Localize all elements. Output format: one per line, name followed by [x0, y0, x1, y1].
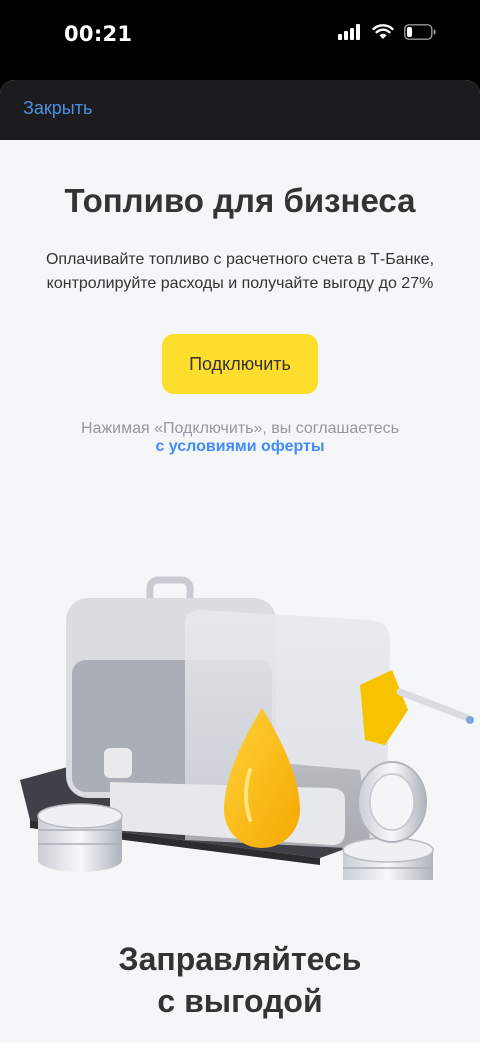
section-title: Заправляйтесь с выгодой	[0, 938, 480, 1022]
offer-sheet: Закрыть Топливо для бизнеса Оплачивайте …	[0, 80, 480, 1043]
subtitle-line-1: Оплачивайте топливо с расчетного счета в…	[45, 251, 435, 268]
battery-icon	[404, 24, 436, 40]
subtitle-line-2: контролируйте расходы и получайте выгоду…	[46, 275, 434, 292]
wifi-icon	[372, 24, 394, 39]
page-title: Топливо для бизнеса	[64, 182, 416, 219]
close-button[interactable]: Закрыть	[23, 98, 92, 119]
fuel-business-illustration	[0, 520, 480, 937]
status-time: 00:21	[64, 22, 133, 46]
page-subtitle: Оплачивайте топливо с расчетного счета в…	[20, 248, 460, 296]
agreement-text: Нажимая «Подключить», вы соглашаетесь	[81, 420, 399, 437]
connect-button[interactable]: Подключить	[162, 334, 318, 394]
section-title-line-1: Заправляйтесь	[118, 941, 362, 977]
offer-terms-link[interactable]: с условиями оферты	[0, 438, 480, 456]
sheet-header: Закрыть	[0, 80, 480, 140]
cellular-signal-icon	[338, 24, 360, 40]
illustration-graphic	[20, 576, 474, 937]
section-title-line-2: с выгодой	[157, 983, 323, 1019]
status-bar: 00:21	[0, 0, 480, 72]
status-icons	[338, 24, 436, 40]
